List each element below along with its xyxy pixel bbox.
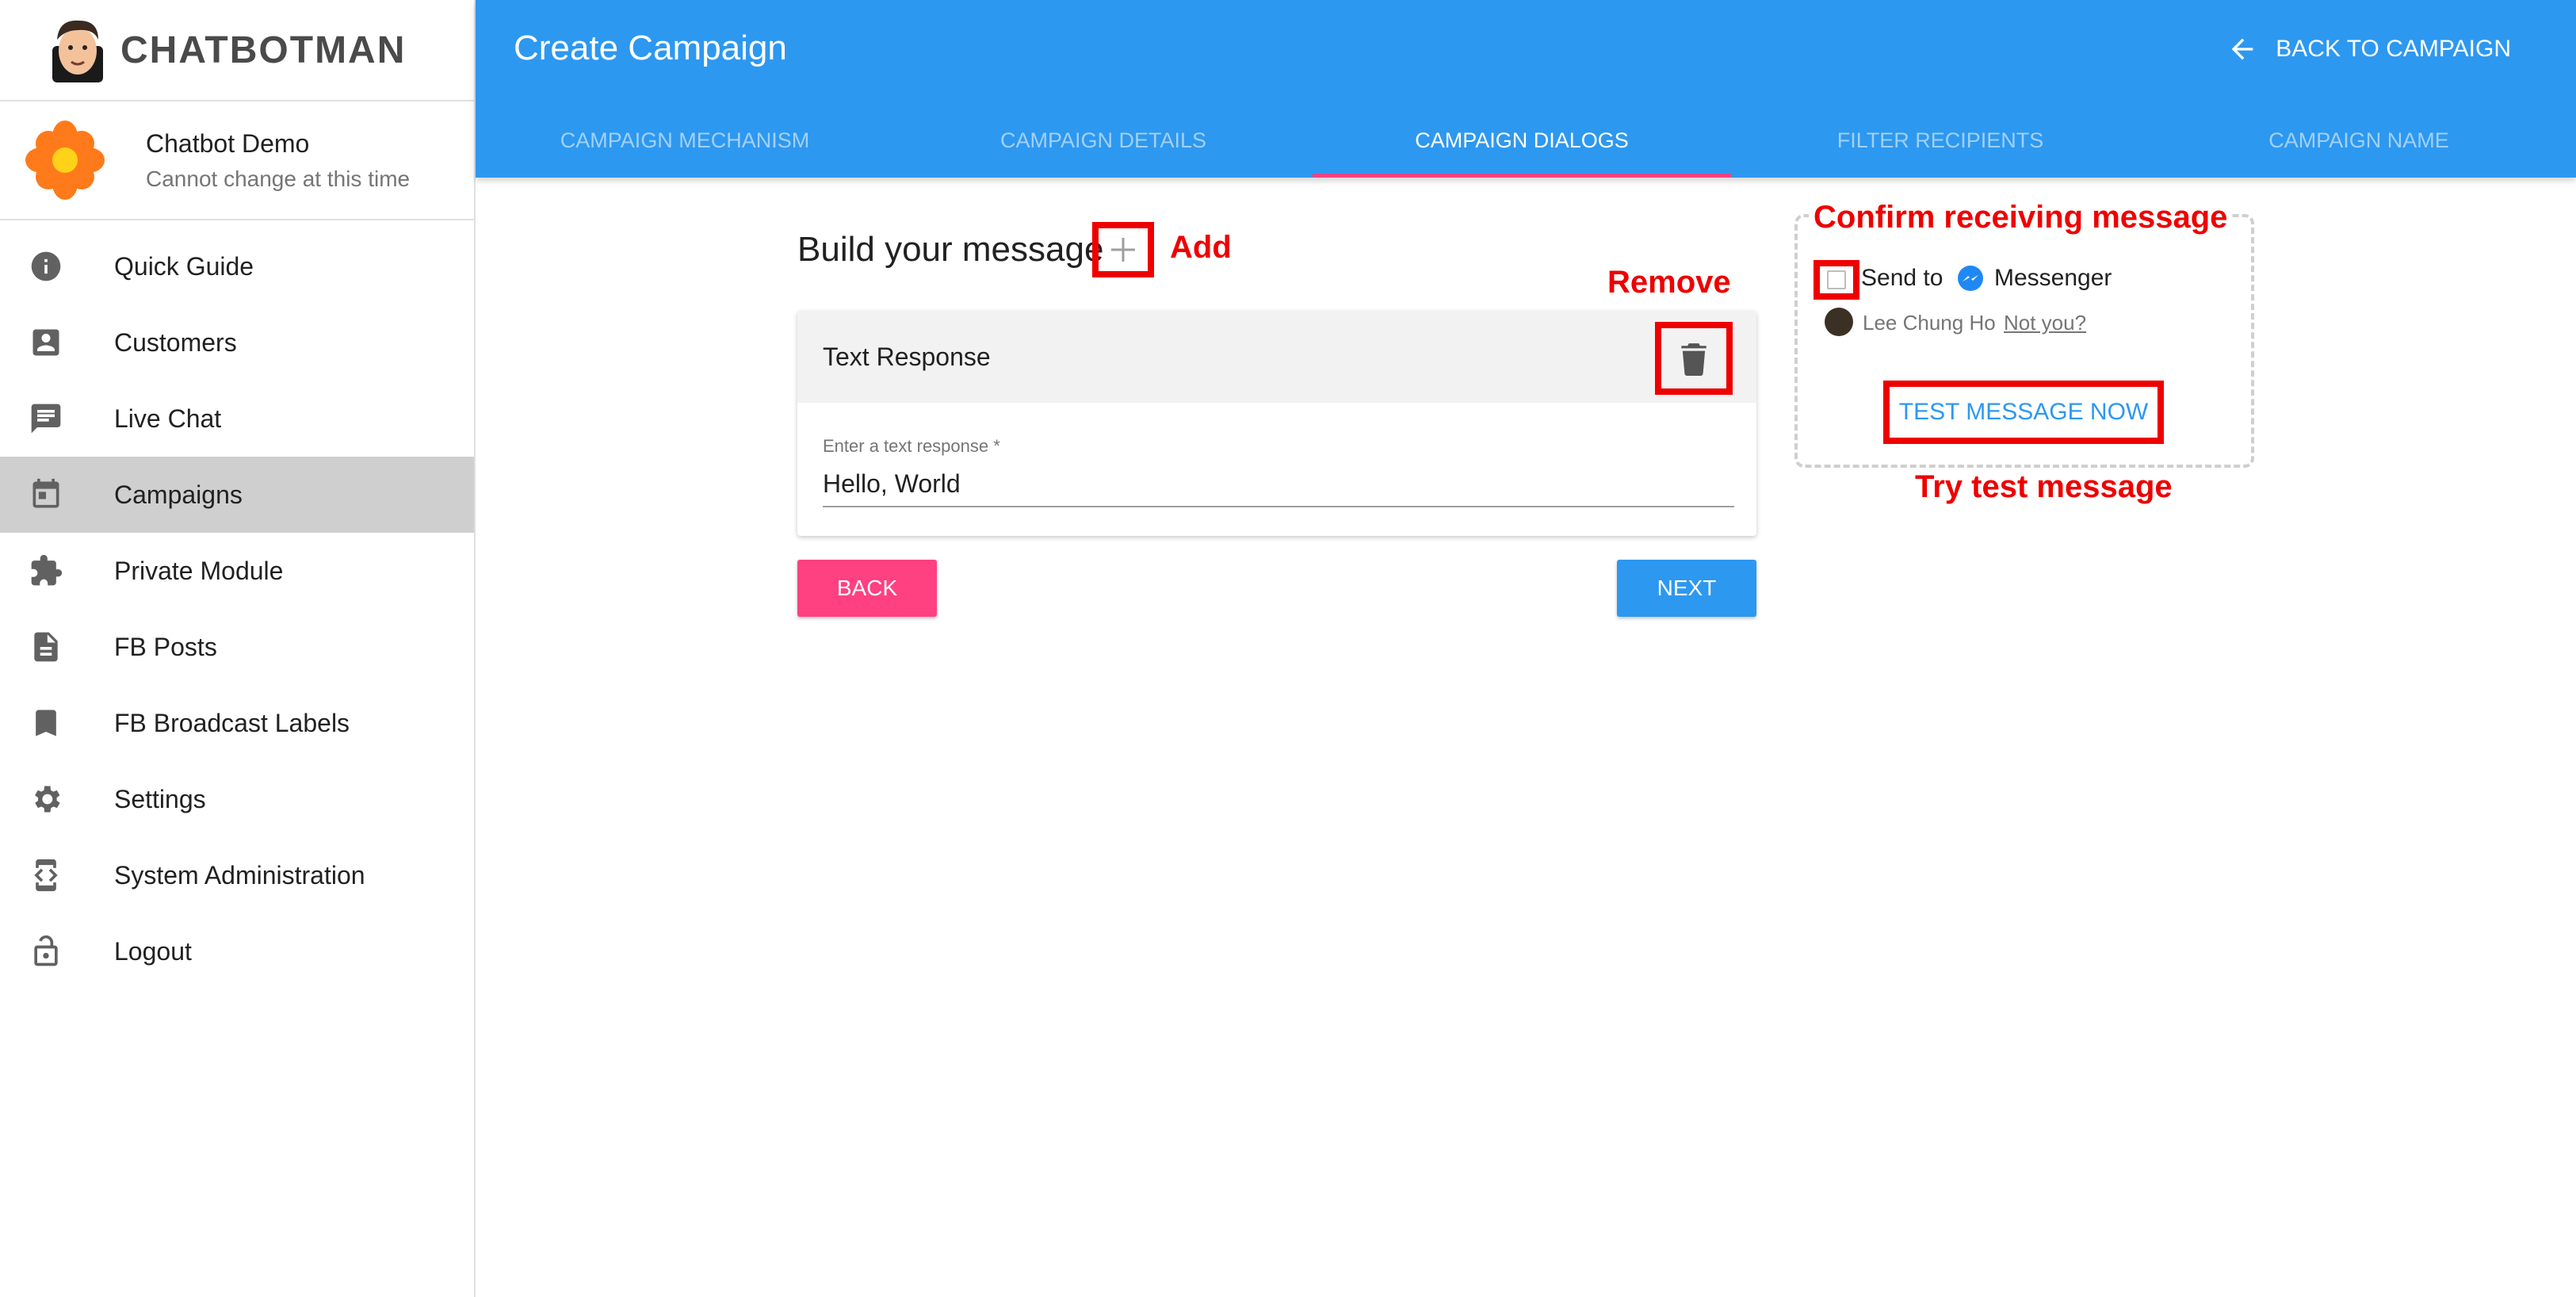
logo-avatar-icon bbox=[52, 20, 103, 82]
app-header: Create Campaign BACK TO CAMPAIGN CAMPAIG… bbox=[476, 0, 2576, 178]
tab-campaign-name[interactable]: CAMPAIGN NAME bbox=[2150, 103, 2568, 178]
trash-icon bbox=[1681, 343, 1707, 376]
sidebar-item-label: Private Module bbox=[114, 556, 284, 585]
sidebar-item-logout[interactable]: Logout bbox=[0, 913, 474, 989]
sidebar-item-label: FB Broadcast Labels bbox=[114, 708, 350, 737]
sidebar-item-fb-posts[interactable]: FB Posts bbox=[0, 609, 474, 685]
add-message-button[interactable] bbox=[1092, 222, 1154, 277]
checkbox-square bbox=[1827, 270, 1846, 289]
sidebar-nav: Quick Guide Customers Live Chat Campaign… bbox=[0, 220, 474, 989]
sidebar-item-live-chat[interactable]: Live Chat bbox=[0, 381, 474, 457]
text-response-label: Enter a text response * bbox=[823, 436, 1000, 456]
flower-avatar-icon bbox=[25, 121, 105, 200]
annotation-try-test: Try test message bbox=[1915, 469, 2173, 504]
plus-icon bbox=[1111, 238, 1135, 262]
sidebar-item-settings[interactable]: Settings bbox=[0, 761, 474, 837]
sidebar-item-label: Logout bbox=[114, 936, 192, 966]
tab-campaign-mechanism[interactable]: CAMPAIGN MECHANISM bbox=[476, 103, 894, 178]
sidebar-item-label: Settings bbox=[114, 784, 206, 813]
messenger-label: Messenger bbox=[1994, 265, 2112, 291]
annotation-remove: Remove bbox=[1607, 265, 1731, 300]
contact-card-icon bbox=[29, 325, 63, 360]
chat-bubble-icon bbox=[29, 401, 63, 436]
messenger-icon bbox=[1958, 266, 1983, 291]
sidebar-item-label: Quick Guide bbox=[114, 251, 254, 281]
puzzle-icon bbox=[29, 553, 63, 588]
sidebar-item-campaigns[interactable]: Campaigns bbox=[0, 457, 474, 533]
gear-icon bbox=[29, 782, 63, 817]
user-name: Lee Chung Ho bbox=[1863, 311, 1996, 335]
send-to-checkbox[interactable] bbox=[1814, 260, 1859, 300]
bookmark-icon bbox=[29, 706, 63, 740]
annotation-confirm-receiving: Confirm receiving message bbox=[1809, 200, 2233, 235]
text-response-input[interactable]: Hello, World bbox=[823, 469, 1734, 507]
profile-section[interactable]: Chatbot Demo Cannot change at this time bbox=[0, 101, 474, 220]
document-icon bbox=[29, 629, 63, 664]
sidebar-item-private-module[interactable]: Private Module bbox=[0, 533, 474, 609]
tab-campaign-dialogs[interactable]: CAMPAIGN DIALOGS bbox=[1313, 103, 1731, 178]
card-header: Text Response bbox=[797, 311, 1756, 403]
card-title: Text Response bbox=[823, 342, 991, 371]
profile-text: Chatbot Demo Cannot change at this time bbox=[146, 129, 410, 192]
info-icon bbox=[29, 249, 63, 284]
lock-open-icon bbox=[29, 934, 63, 969]
developer-mode-icon bbox=[29, 858, 63, 893]
sidebar-item-label: Campaigns bbox=[114, 480, 243, 509]
sidebar: CHATBOTMAN Chatbot Demo Cannot change at… bbox=[0, 0, 476, 1297]
remove-message-button[interactable] bbox=[1655, 322, 1733, 395]
not-you-link[interactable]: Not you? bbox=[2004, 311, 2086, 335]
send-to-label: Send to bbox=[1861, 265, 1943, 291]
tab-campaign-details[interactable]: CAMPAIGN DETAILS bbox=[894, 103, 1313, 178]
sidebar-item-label: System Administration bbox=[114, 860, 365, 890]
sidebar-item-system-administration[interactable]: System Administration bbox=[0, 837, 474, 913]
user-avatar bbox=[1825, 308, 1853, 336]
sidebar-item-label: FB Posts bbox=[114, 632, 217, 661]
back-to-campaign-button[interactable]: BACK TO CAMPAIGN bbox=[2226, 33, 2511, 65]
sidebar-item-fb-broadcast-labels[interactable]: FB Broadcast Labels bbox=[0, 685, 474, 761]
next-button[interactable]: NEXT bbox=[1617, 560, 1756, 617]
profile-subtitle: Cannot change at this time bbox=[146, 166, 411, 191]
build-message-title: Build your message bbox=[797, 230, 1104, 269]
page-title: Create Campaign bbox=[514, 29, 787, 67]
back-button[interactable]: BACK bbox=[797, 560, 937, 617]
profile-name: Chatbot Demo bbox=[146, 128, 310, 158]
sidebar-item-label: Customers bbox=[114, 327, 237, 357]
sidebar-item-customers[interactable]: Customers bbox=[0, 304, 474, 381]
campaign-step-tabs: CAMPAIGN MECHANISM CAMPAIGN DETAILS CAMP… bbox=[476, 103, 2576, 178]
sidebar-item-label: Live Chat bbox=[114, 404, 222, 433]
arrow-left-icon bbox=[2231, 38, 2253, 60]
annotation-add: Add bbox=[1170, 230, 1232, 265]
text-response-card: Text Response Enter a text response * He… bbox=[797, 311, 1756, 536]
tab-filter-recipients[interactable]: FILTER RECIPIENTS bbox=[1731, 103, 2150, 178]
logo-bar: CHATBOTMAN bbox=[0, 0, 474, 101]
calendar-icon bbox=[29, 477, 63, 512]
back-to-campaign-label: BACK TO CAMPAIGN bbox=[2276, 36, 2511, 62]
test-message-now-button[interactable]: TEST MESSAGE NOW bbox=[1883, 381, 2164, 444]
brand-name: CHATBOTMAN bbox=[120, 29, 407, 71]
sidebar-item-quick-guide[interactable]: Quick Guide bbox=[0, 228, 474, 304]
